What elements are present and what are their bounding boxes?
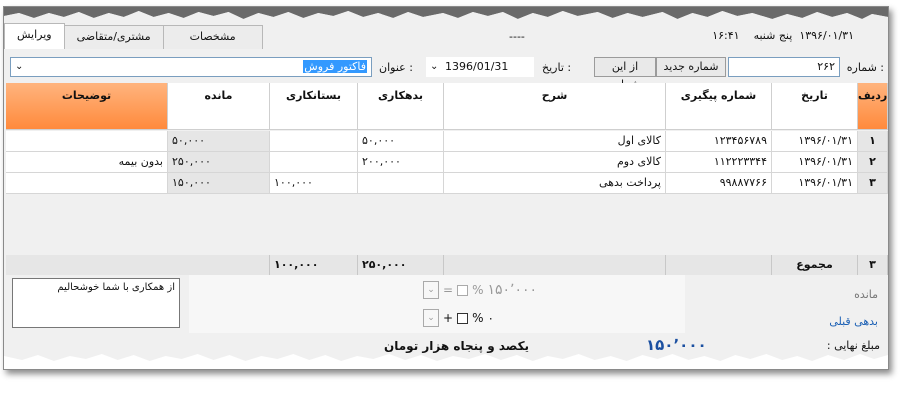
row-description[interactable]: کالای اول [444, 131, 666, 152]
row-credit[interactable]: ۱۰۰,۰۰۰ [270, 173, 358, 194]
col-header-description[interactable]: شرح [444, 83, 666, 130]
percent-sign: % [472, 311, 484, 325]
summary-count: ۳ [858, 255, 888, 275]
previous-debt-label[interactable]: بدهی قبلی [829, 315, 878, 328]
row-balance: ۲۵۰,۰۰۰ [168, 152, 270, 173]
table-row[interactable]: ۲ ۱۳۹۶/۰۱/۳۱ ۱۱۲۲۲۳۳۴۴ کالای دوم ۲۰۰,۰۰۰… [6, 152, 888, 173]
notes-textarea[interactable]: از همکاری با شما خوشحالیم [12, 278, 180, 328]
row-description[interactable]: کالای دوم [444, 152, 666, 173]
row-description[interactable]: پرداخت بدهی [444, 173, 666, 194]
summary-debit-total: ۲۵۰,۰۰۰ [358, 255, 444, 275]
plus-sign: + [443, 311, 454, 325]
chevron-down-icon[interactable]: ⌄ [430, 58, 438, 76]
header-day: پنج شنبه [753, 29, 793, 42]
row-date[interactable]: ۱۳۹۶/۰۱/۳۱ [772, 173, 858, 194]
header-time: ۱۶:۴۱ [712, 29, 740, 42]
summary-label: مجموع [772, 255, 858, 275]
date-label: تاریخ : [542, 61, 572, 74]
number-label: شماره : [846, 61, 884, 74]
row-tracking[interactable]: ۱۱۲۲۲۳۳۴۴ [666, 152, 772, 173]
new-number-button[interactable]: شماره جدید [656, 57, 726, 77]
window: ویرایش مشتری/متقاضی مشخصات ---- ۱۳۹۶/۰۱/… [3, 6, 889, 370]
chevron-down-icon[interactable]: ⌄ [423, 281, 439, 299]
row-number: ۲ [858, 152, 888, 173]
col-header-row[interactable]: ردیف [858, 83, 888, 130]
chevron-down-icon[interactable]: ⌄ [15, 58, 23, 76]
torn-top-edge [4, 7, 888, 25]
row-tracking[interactable]: ۱۲۳۴۵۶۷۸۹ [666, 131, 772, 152]
equals-sign: = [443, 283, 454, 297]
summary-row: ۳ مجموع ۲۵۰,۰۰۰ ۱۰۰,۰۰۰ [6, 255, 888, 275]
number-field[interactable]: ۲۶۲ [728, 57, 840, 77]
row-date[interactable]: ۱۳۹۶/۰۱/۳۱ [772, 131, 858, 152]
row-debit[interactable] [358, 173, 444, 194]
table-row[interactable]: ۳ ۱۳۹۶/۰۱/۳۱ ۹۹۸۸۷۷۶۶ پرداخت بدهی ۱۰۰,۰۰… [6, 173, 888, 194]
balance-amount: ۱۵۰٬۰۰۰ [487, 282, 538, 298]
row-balance: ۵۰,۰۰۰ [168, 131, 270, 152]
torn-bottom-edge [4, 354, 888, 369]
transactions-grid: ردیف تاریخ شماره پیگیری شرح بدهکاری بستا… [6, 83, 888, 255]
row-balance: ۱۵۰,۰۰۰ [168, 173, 270, 194]
tab-edit[interactable]: ویرایش [4, 23, 65, 49]
col-header-debit[interactable]: بدهکاری [358, 83, 444, 130]
balance-checkbox[interactable] [457, 284, 469, 296]
table-row[interactable]: ۱ ۱۳۹۶/۰۱/۳۱ ۱۲۳۴۵۶۷۸۹ کالای اول ۵۰,۰۰۰ … [6, 131, 888, 152]
row-tracking[interactable]: ۹۹۸۸۷۷۶۶ [666, 173, 772, 194]
row-debit[interactable]: ۵۰,۰۰۰ [358, 131, 444, 152]
title-value: فاکتور فروش [303, 60, 367, 73]
previous-debt-checkbox[interactable] [457, 312, 469, 324]
row-notes[interactable] [6, 173, 168, 194]
title-select[interactable]: ⌄ فاکتور فروش [10, 57, 372, 77]
date-field[interactable]: ⌄ 1396/01/31 [426, 57, 534, 77]
col-header-balance[interactable]: مانده [168, 83, 270, 130]
row-credit[interactable] [270, 131, 358, 152]
balance-adjust-row: ⌄ = % ۱۵۰٬۰۰۰ [423, 281, 537, 299]
tab-bar: ویرایش مشتری/متقاضی مشخصات [4, 23, 263, 49]
title-label: عنوان : [379, 61, 413, 74]
col-header-tracking[interactable]: شماره پیگیری [666, 83, 772, 130]
row-notes[interactable]: بدون بیمه [6, 152, 168, 173]
row-notes[interactable] [6, 131, 168, 152]
row-number: ۱ [858, 131, 888, 152]
date-value: 1396/01/31 [445, 60, 509, 73]
row-debit[interactable]: ۲۰۰,۰۰۰ [358, 152, 444, 173]
summary-credit-total: ۱۰۰,۰۰۰ [270, 255, 358, 275]
header-datetime: ۱۳۹۶/۰۱/۳۱ پنج شنبه ۱۶:۴۱ [712, 29, 854, 42]
header-dash: ---- [509, 30, 525, 43]
row-credit[interactable] [270, 152, 358, 173]
previous-debt-row: ⌄ + % ۰ [423, 309, 494, 327]
header-date: ۱۳۹۶/۰۱/۳۱ [799, 29, 854, 42]
tab-customer[interactable]: مشتری/متقاضی [63, 25, 164, 49]
tab-specs[interactable]: مشخصات [162, 25, 263, 49]
previous-debt-amount: ۰ [487, 311, 494, 325]
row-number: ۳ [858, 173, 888, 194]
percent-sign: % [472, 283, 484, 297]
discount-panel: ⌄ = % ۱۵۰٬۰۰۰ ⌄ + % ۰ [189, 275, 685, 333]
balance-label: مانده [854, 288, 878, 301]
col-header-date[interactable]: تاریخ [772, 83, 858, 130]
col-header-credit[interactable]: بستانکاری [270, 83, 358, 130]
col-header-notes[interactable]: توضیحات [6, 83, 168, 130]
row-date[interactable]: ۱۳۹۶/۰۱/۳۱ [772, 152, 858, 173]
chevron-down-icon[interactable]: ⌄ [423, 309, 439, 327]
from-number-button[interactable]: از این شماره [594, 57, 656, 91]
